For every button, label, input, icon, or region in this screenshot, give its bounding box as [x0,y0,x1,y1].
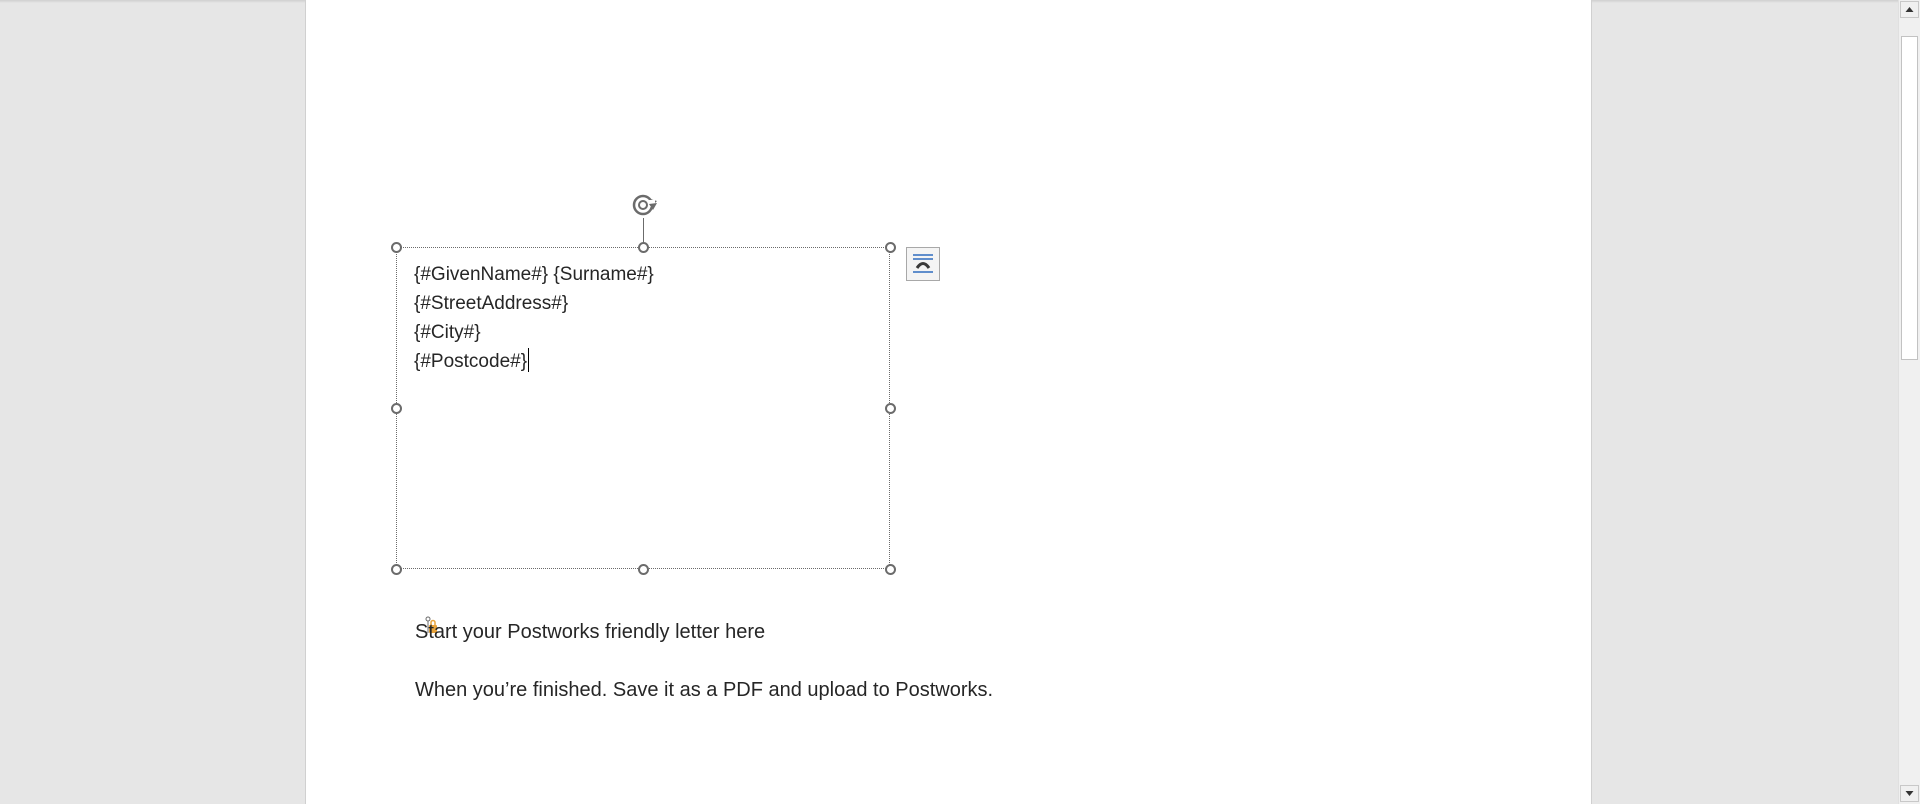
triangle-up-icon [1905,7,1914,12]
text-box-line-street: {#StreetAddress#} [414,293,569,314]
document-workspace: {#GivenName#} {Surname#} {#StreetAddress… [0,0,1920,804]
resize-handle-right[interactable] [885,403,896,414]
scrollbar-thumb[interactable] [1901,36,1918,360]
document-page[interactable]: {#GivenName#} {Surname#} {#StreetAddress… [305,0,1592,804]
resize-handle-bottom[interactable] [638,564,649,575]
resize-handle-top-left[interactable] [391,242,402,253]
text-box-line-postcode-row: {#Postcode#} [414,347,654,376]
resize-handle-bottom-left[interactable] [391,564,402,575]
vertical-scrollbar[interactable] [1898,0,1920,804]
resize-handle-bottom-right[interactable] [885,564,896,575]
text-caret [528,348,530,372]
text-box-line-name: {#GivenName#} {Surname#} [414,264,654,285]
triangle-down-icon [1905,791,1914,796]
resize-handle-top-right[interactable] [885,242,896,253]
text-box-content[interactable]: {#GivenName#} {Surname#} {#StreetAddress… [414,260,654,376]
layout-options-icon [913,254,933,273]
scroll-up-button[interactable] [1900,1,1919,18]
scroll-down-button[interactable] [1900,785,1919,802]
text-box-line-city: {#City#} [414,322,481,343]
rotate-stem [643,218,644,244]
rotate-handle-icon[interactable] [631,191,659,219]
letter-intro-paragraph[interactable]: Start your Postworks friendly letter her… [415,621,765,644]
layout-options-button[interactable] [906,247,940,281]
letter-instructions-paragraph[interactable]: When you’re finished. Save it as a PDF a… [415,679,993,702]
resize-handle-left[interactable] [391,403,402,414]
resize-handle-top[interactable] [638,242,649,253]
address-text-box[interactable]: {#GivenName#} {Surname#} {#StreetAddress… [396,247,890,569]
text-box-line-postcode: {#Postcode#} [414,351,528,372]
